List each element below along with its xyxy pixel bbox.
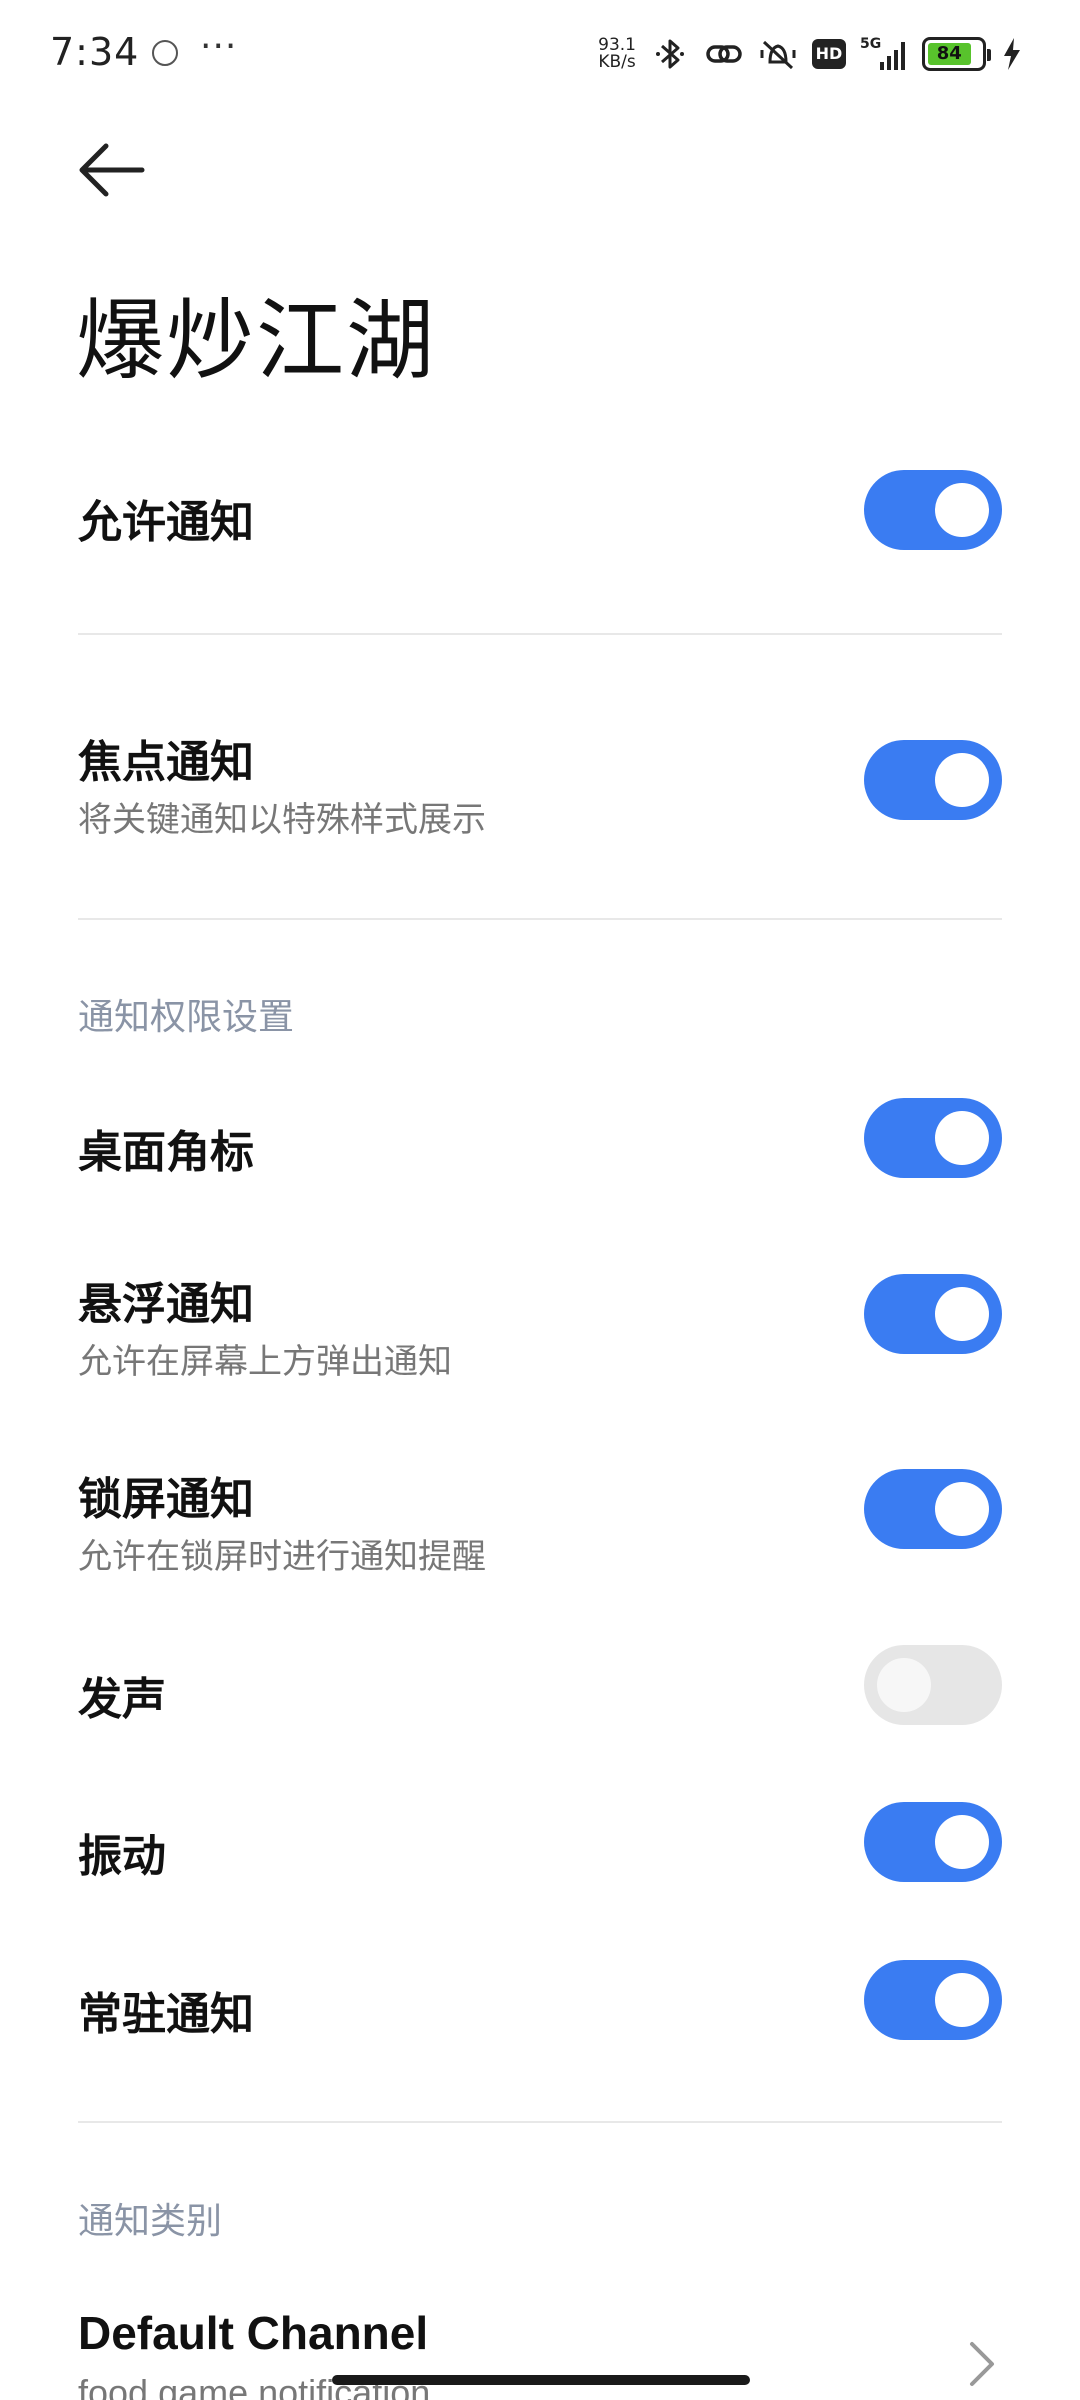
home-indicator[interactable] [332,2375,750,2385]
channel-default[interactable]: Default Channel food game notification [78,2300,1002,2400]
toggle-knob [935,753,989,807]
setting-title: 桌面角标 [78,1127,254,1178]
network-speed: 93.1 KB/s [598,37,636,71]
setting-persistent-notifications[interactable]: 常驻通知 [78,1960,1002,2080]
page-title: 爆炒江湖 [76,289,437,392]
setting-title: 常驻通知 [78,1989,254,2040]
network-speed-unit: KB/s [598,52,636,72]
toggle-knob [877,1658,931,1712]
more-notifications-icon: ··· [200,26,238,67]
setting-title: 焦点通知 [78,737,254,788]
app-notification-icon [152,40,178,66]
setting-vibration[interactable]: 振动 [78,1802,1002,1922]
battery-level: 84 [928,43,971,65]
setting-title: 锁屏通知 [78,1474,254,1525]
hd-voice-icon: HD [812,39,846,69]
setting-focus-notifications[interactable]: 焦点通知 将关键通知以特殊样式展示 [78,700,1002,860]
section-header-categories: 通知类别 [78,2201,223,2242]
floating-notifications-toggle[interactable] [864,1274,1002,1354]
toggle-knob [935,1973,989,2027]
back-button[interactable] [66,130,156,210]
status-icons: 93.1 KB/s HD 5G 84 [598,32,1024,76]
persistent-notifications-toggle[interactable] [864,1960,1002,2040]
toggle-knob [935,1287,989,1341]
section-header-permissions: 通知权限设置 [78,997,295,1038]
setting-title: 允许通知 [78,497,254,548]
focus-notifications-toggle[interactable] [864,740,1002,820]
charging-icon [1004,38,1020,70]
setting-title: 发声 [78,1674,166,1725]
setting-app-badge[interactable]: 桌面角标 [78,1098,1002,1218]
setting-sound[interactable]: 发声 [78,1645,1002,1765]
divider [78,2121,1002,2123]
setting-subtitle: 将关键通知以特殊样式展示 [78,800,486,840]
setting-title: 悬浮通知 [78,1279,254,1330]
link-icon [706,45,742,63]
allow-notifications-toggle[interactable] [864,470,1002,550]
setting-lockscreen-notifications[interactable]: 锁屏通知 允许在锁屏时进行通知提醒 [78,1445,1002,1585]
back-arrow-icon [79,143,145,197]
setting-floating-notifications[interactable]: 悬浮通知 允许在屏幕上方弹出通知 [78,1250,1002,1390]
mute-vibrate-icon [760,40,796,70]
setting-title: 振动 [78,1831,166,1882]
toggle-knob [935,1111,989,1165]
toggle-knob [935,1815,989,1869]
battery-icon: 84 [922,37,991,71]
status-time: 7:34 [50,30,140,74]
toggle-knob [935,483,989,537]
status-bar: 7:34 ··· 93.1 KB/s HD 5G 84 [0,0,1080,110]
signal-5g-icon: 5G [860,36,905,70]
setting-subtitle: 允许在屏幕上方弹出通知 [78,1342,452,1382]
lockscreen-notifications-toggle[interactable] [864,1469,1002,1549]
channel-title: Default Channel [78,2307,429,2359]
sound-toggle[interactable] [864,1645,1002,1725]
divider [78,918,1002,920]
app-badge-toggle[interactable] [864,1098,1002,1178]
bluetooth-icon [656,39,684,69]
svg-text:5G: 5G [860,36,881,52]
toggle-knob [935,1482,989,1536]
setting-allow-notifications[interactable]: 允许通知 [78,450,1002,570]
divider [78,633,1002,635]
vibration-toggle[interactable] [864,1802,1002,1882]
setting-subtitle: 允许在锁屏时进行通知提醒 [78,1537,486,1577]
chevron-right-icon [970,2342,994,2386]
